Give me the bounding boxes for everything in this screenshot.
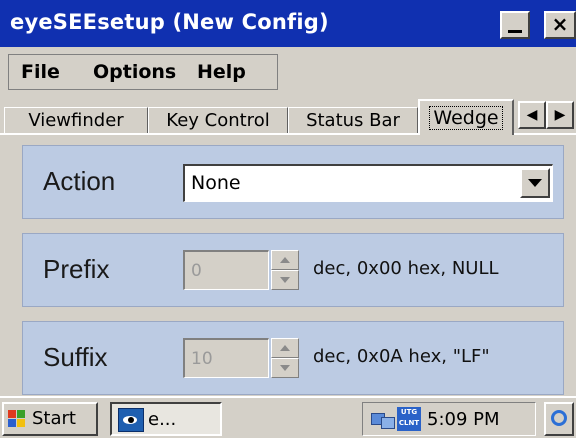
suffix-value: 10 [191,349,213,369]
wedge-tab-content: Action None Prefix 0 dec, 0x00 hex, NULL… [0,133,576,395]
suffix-description: dec, 0x0A hex, "LF" [313,346,490,367]
tab-viewfinder[interactable]: Viewfinder [4,107,148,135]
close-button[interactable]: × [544,11,576,39]
chevron-down-icon [528,179,542,187]
prefix-description: dec, 0x00 hex, NULL [313,258,499,279]
minimize-button[interactable] [500,11,530,39]
system-tray: UTG CLNT 5:09 PM [362,402,536,436]
windows-flag-icon [8,410,26,428]
minimize-icon [508,30,522,33]
prefix-value: 0 [191,261,202,281]
tab-status-bar[interactable]: Status Bar [288,107,418,135]
prefix-panel: Prefix 0 dec, 0x00 hex, NULL [22,233,564,307]
utg-client-icon[interactable]: UTG CLNT [397,407,421,431]
menu-options[interactable]: Options [93,61,176,83]
action-dropdown-button[interactable] [520,168,550,198]
prefix-decrement-button[interactable] [271,270,299,290]
window-title: eyeSEEsetup (New Config) [10,10,329,34]
tab-wedge-label: Wedge [429,106,503,130]
tab-wedge[interactable]: Wedge [418,99,514,135]
suffix-increment-button[interactable] [271,338,299,358]
action-panel: Action None [22,145,564,219]
tab-scroll-left-button[interactable]: ◀ [518,101,546,129]
arrow-down-icon [280,277,290,283]
menu-file[interactable]: File [21,61,60,83]
start-button[interactable]: Start [2,402,98,436]
desktop-button[interactable] [544,402,574,436]
action-dropdown[interactable]: None [183,164,553,202]
suffix-panel: Suffix 10 dec, 0x0A hex, "LF" [22,321,564,395]
network-connection-icon[interactable] [371,411,395,429]
desktop-browser-icon [551,410,567,426]
arrow-up-icon [280,345,290,351]
suffix-decrement-button[interactable] [271,358,299,378]
tab-key-control[interactable]: Key Control [148,107,288,135]
taskbar-app-label: e... [148,409,177,430]
tab-scroll-right-button[interactable]: ▶ [546,101,574,129]
start-label: Start [32,408,76,429]
taskbar: Start e... UTG CLNT 5:09 PM [0,396,576,438]
taskbar-app-button[interactable]: e... [110,402,222,436]
title-bar: eyeSEEsetup (New Config) × [0,0,576,47]
menu-help[interactable]: Help [197,61,246,83]
prefix-label: Prefix [43,254,110,284]
prefix-input[interactable]: 0 [183,250,269,290]
tab-strip: Viewfinder Key Control Status Bar Wedge … [0,99,576,135]
clock[interactable]: 5:09 PM [427,409,500,430]
prefix-increment-button[interactable] [271,250,299,270]
menu-bar: File Options Help [8,54,278,90]
eyeseesetup-app-icon [118,408,144,432]
action-label: Action [43,166,116,196]
action-dropdown-value: None [191,172,241,194]
arrow-down-icon [280,365,290,371]
suffix-label: Suffix [43,342,108,372]
arrow-up-icon [280,257,290,263]
suffix-input[interactable]: 10 [183,338,269,378]
